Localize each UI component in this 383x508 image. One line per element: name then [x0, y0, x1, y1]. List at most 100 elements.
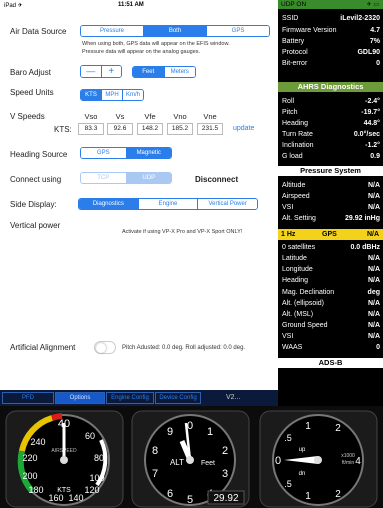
- device-name: iPad ✈: [4, 3, 23, 9]
- info-key: Battery: [282, 38, 305, 45]
- speed-unit-mph[interactable]: MPH: [102, 90, 123, 100]
- baro-setting: 29.92: [213, 493, 238, 504]
- speed-unit-kts[interactable]: KTS: [81, 90, 102, 100]
- tab-pfd[interactable]: PFD: [2, 392, 54, 404]
- ahrs-row: Pitch -19.7°: [282, 109, 380, 118]
- side-display-engine[interactable]: Engine: [138, 199, 199, 209]
- airspeed-tick-160: 160: [48, 493, 63, 503]
- pressure-value: N/A: [367, 182, 380, 189]
- air-data-note-2: Pressure data will appear on the analog …: [82, 49, 201, 55]
- connect-option-tcp[interactable]: TCP: [81, 173, 127, 183]
- gps-value: N/A: [367, 322, 380, 329]
- ahrs-value: -2.4°: [365, 98, 380, 105]
- air-data-option-pressure[interactable]: Pressure: [81, 26, 144, 36]
- v-speed-vno-input[interactable]: 185.2: [167, 123, 193, 135]
- airspeed-tick-60: 60: [85, 431, 95, 441]
- tab-engine-config[interactable]: Engine Config: [106, 392, 154, 404]
- vsi-up-label: up: [299, 447, 306, 453]
- baro-minus-button[interactable]: —: [81, 66, 102, 77]
- airspeed-tick-240: 240: [30, 437, 45, 447]
- pressure-row: Alt. Setting 29.92 inHg: [282, 215, 380, 224]
- air-data-note-1: When using both, GPS data will appear on…: [82, 41, 230, 47]
- info-value: 0: [376, 60, 380, 67]
- pressure-key: Airspeed: [282, 193, 310, 200]
- baro-unit-meters[interactable]: Meters: [164, 67, 195, 77]
- info-row: Protocol GDL90: [282, 49, 380, 58]
- info-row: Bit-error 0: [282, 60, 380, 69]
- info-value: iLevil2-2320: [340, 15, 380, 22]
- gps-key: Ground Speed: [282, 322, 328, 329]
- artificial-alignment-label: Artificial Alignment: [10, 343, 76, 352]
- ahrs-row: Roll -2.4°: [282, 98, 380, 107]
- pressure-key: Alt. Setting: [282, 215, 316, 222]
- side-display-diagnostics[interactable]: Diagnostics: [79, 199, 139, 209]
- v-speed-vfe-input[interactable]: 148.2: [137, 123, 163, 135]
- ahrs-value: 0.0°/sec: [353, 131, 380, 138]
- ahrs-key: Roll: [282, 98, 295, 105]
- v-speed-vso-input[interactable]: 83.3: [78, 123, 104, 135]
- gps-row: 0 satellites 0.0 dBHz: [282, 244, 380, 253]
- gps-value: 0.0 dBHz: [350, 244, 380, 251]
- gps-value: N/A: [367, 311, 380, 318]
- diagnostics-panel: UDP ON ✈ ▭ SSID iLevil2-2320 Firmware Ver…: [278, 0, 383, 435]
- airspeed-tick-120: 120: [84, 485, 99, 495]
- altimeter-unit: Feet: [201, 460, 215, 467]
- info-key: SSID: [282, 15, 299, 22]
- side-display-vertical-power[interactable]: Vertical Power: [198, 199, 257, 209]
- gps-key: VSI: [282, 333, 294, 340]
- v-speeds-unit-label: KTS:: [54, 125, 72, 134]
- gps-value: N/A: [367, 333, 380, 340]
- speed-units-label: Speed Units: [10, 88, 54, 97]
- baro-plus-button[interactable]: +: [101, 66, 121, 77]
- v-speed-vs-input[interactable]: 92.6: [107, 123, 133, 135]
- v-speeds-update-button[interactable]: update: [233, 125, 254, 132]
- ahrs-key: Pitch: [282, 109, 298, 116]
- tab-options[interactable]: Options: [55, 392, 105, 404]
- gps-row: Heading N/A: [282, 277, 380, 286]
- tab-bar: PFD Options Engine Config Device Config …: [0, 390, 278, 406]
- gps-row: Mag. Declination deg: [282, 289, 380, 298]
- heading-source-magnetic[interactable]: Magnetic: [126, 148, 171, 158]
- airspeed-tick-80: 80: [94, 453, 104, 463]
- heading-source-selector: GPS Magnetic: [80, 147, 172, 159]
- v-speed-header-vs: Vs: [115, 112, 125, 121]
- disconnect-button[interactable]: Disconnect: [195, 175, 238, 184]
- alt-digit-2: 2: [222, 445, 228, 457]
- tab-device-config[interactable]: Device Config: [155, 392, 201, 404]
- info-value: 4.7: [370, 27, 380, 34]
- airspeed-hub: [60, 456, 68, 464]
- vsi-unit-1: x1000: [341, 453, 355, 459]
- info-row: Firmware Version 4.7: [282, 27, 380, 36]
- artificial-alignment-toggle[interactable]: [94, 341, 116, 354]
- gps-row: Alt. (MSL) N/A: [282, 311, 380, 320]
- alt-digit-9: 9: [167, 426, 173, 438]
- pressure-value: 29.92 inHg: [344, 215, 380, 222]
- side-display-label: Side Display:: [10, 200, 57, 209]
- gps-key: Alt. (ellipsoid): [282, 300, 325, 307]
- ahrs-key: Turn Rate: [282, 131, 313, 138]
- air-data-option-gps[interactable]: GPS: [207, 26, 269, 36]
- gps-row: Longitude N/A: [282, 266, 380, 275]
- v-speed-header-vfe: Vfe: [144, 112, 156, 121]
- vsi-up-1: 1: [305, 421, 311, 432]
- alt-digit-5: 5: [187, 494, 193, 506]
- baro-unit-feet[interactable]: Feet: [133, 67, 165, 77]
- gps-header: 1 Hz GPS N/A: [278, 229, 383, 240]
- speed-unit-kmh[interactable]: Km/h: [123, 90, 143, 100]
- gps-rate: 1 Hz: [281, 231, 296, 238]
- air-data-source-label: Air Data Source: [10, 27, 67, 36]
- ahrs-row: Turn Rate 0.0°/sec: [282, 131, 380, 140]
- connect-option-udp[interactable]: UDP: [126, 173, 171, 183]
- gps-row: Latitude N/A: [282, 255, 380, 264]
- heading-source-gps[interactable]: GPS: [81, 148, 127, 158]
- air-data-option-both[interactable]: Both: [144, 26, 207, 36]
- pressure-key: VSI: [282, 204, 294, 211]
- info-key: Protocol: [282, 49, 308, 56]
- alt-digit-6: 6: [167, 488, 173, 500]
- v-speed-vne-input[interactable]: 231.5: [197, 123, 223, 135]
- ahrs-value: 44.8°: [363, 120, 380, 127]
- status-bar: iPad ✈ 11:51 AM: [0, 0, 278, 12]
- gps-title: GPS: [322, 231, 337, 238]
- toggle-knob: [96, 343, 106, 353]
- airspeed-tick-220: 220: [22, 453, 37, 463]
